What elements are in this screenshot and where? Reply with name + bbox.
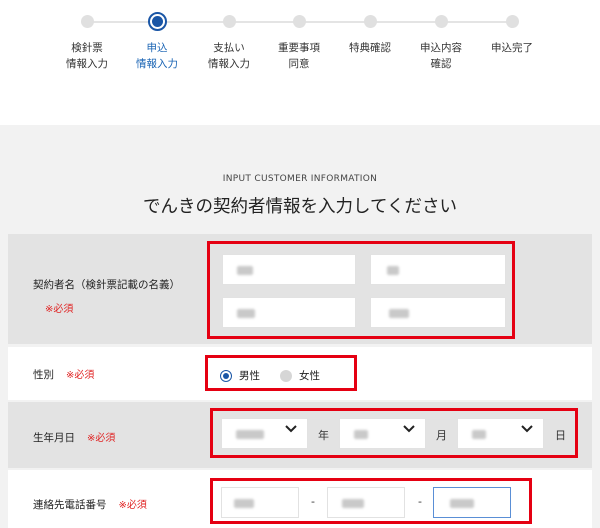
step-important-terms: 重要事項 同意 — [259, 14, 339, 72]
step-dot — [80, 15, 94, 28]
chevron-down-icon — [403, 425, 415, 433]
step-label: 特典確認 — [349, 42, 391, 54]
step-dot — [292, 15, 306, 28]
birth-year-select[interactable] — [221, 418, 308, 449]
last-name-field[interactable] — [222, 254, 356, 285]
step-dot — [222, 15, 236, 28]
gender-option-male[interactable]: 男性 — [220, 368, 260, 383]
step-label: 重要事項 同意 — [278, 42, 320, 70]
year-unit: 年 — [318, 429, 329, 442]
phone-separator: - — [418, 495, 422, 508]
last-name-kana-field[interactable] — [222, 297, 356, 328]
first-name-field[interactable] — [370, 254, 506, 285]
first-name-kana-field[interactable] — [370, 297, 506, 328]
step-meter-info: 検針票 情報入力 — [47, 14, 127, 72]
required-mark: ※必須 — [118, 500, 147, 511]
step-dot — [363, 15, 377, 28]
step-label: 検針票 情報入力 — [66, 42, 108, 70]
step-label: 申込 情報入力 — [136, 42, 178, 70]
step-dot — [505, 15, 519, 28]
gender-option-female[interactable]: 女性 — [280, 368, 320, 383]
day-unit: 日 — [555, 429, 566, 442]
birthdate-label: 生年月日 ※必須 — [33, 432, 116, 444]
step-dot — [434, 15, 448, 28]
radio-unselected-icon[interactable] — [280, 369, 292, 382]
chevron-down-icon — [285, 425, 297, 433]
required-mark: ※必須 — [66, 370, 95, 381]
required-mark: ※必須 — [45, 304, 74, 315]
step-label: 支払い 情報入力 — [208, 42, 250, 70]
form-heading: でんきの契約者情報を入力してください — [143, 197, 457, 217]
form-subheading: INPUT CUSTOMER INFORMATION — [222, 174, 378, 184]
month-unit: 月 — [436, 429, 447, 442]
gender-label: 性別 ※必須 — [33, 369, 95, 381]
required-mark: ※必須 — [87, 433, 116, 444]
phone-label: 連絡先電話番号 ※必須 — [33, 499, 147, 511]
step-benefits: 特典確認 — [330, 14, 410, 56]
name-label: 契約者名（検針票記載の名義） ※必須 — [33, 279, 180, 315]
phone-part3-field[interactable] — [433, 487, 511, 518]
step-application-info: 申込 情報入力 — [117, 12, 197, 72]
step-confirm: 申込内容 確認 — [401, 14, 481, 72]
birth-day-select[interactable] — [457, 418, 544, 449]
phone-part2-field[interactable] — [327, 487, 405, 518]
chevron-down-icon — [521, 425, 533, 433]
step-complete: 申込完了 — [472, 14, 552, 56]
step-dot-current — [147, 12, 167, 31]
step-label: 申込完了 — [491, 42, 533, 54]
birth-month-select[interactable] — [339, 418, 426, 449]
step-label: 申込内容 確認 — [420, 42, 462, 70]
progress-stepper: 検針票 情報入力 申込 情報入力 支払い 情報入力 重要事項 同意 特典確認 申… — [0, 0, 600, 125]
radio-selected-icon[interactable] — [220, 369, 232, 382]
phone-separator: - — [311, 495, 315, 508]
phone-part1-field[interactable] — [221, 487, 299, 518]
step-payment-info: 支払い 情報入力 — [189, 14, 269, 72]
form-area: INPUT CUSTOMER INFORMATION でんきの契約者情報を入力し… — [0, 125, 600, 528]
